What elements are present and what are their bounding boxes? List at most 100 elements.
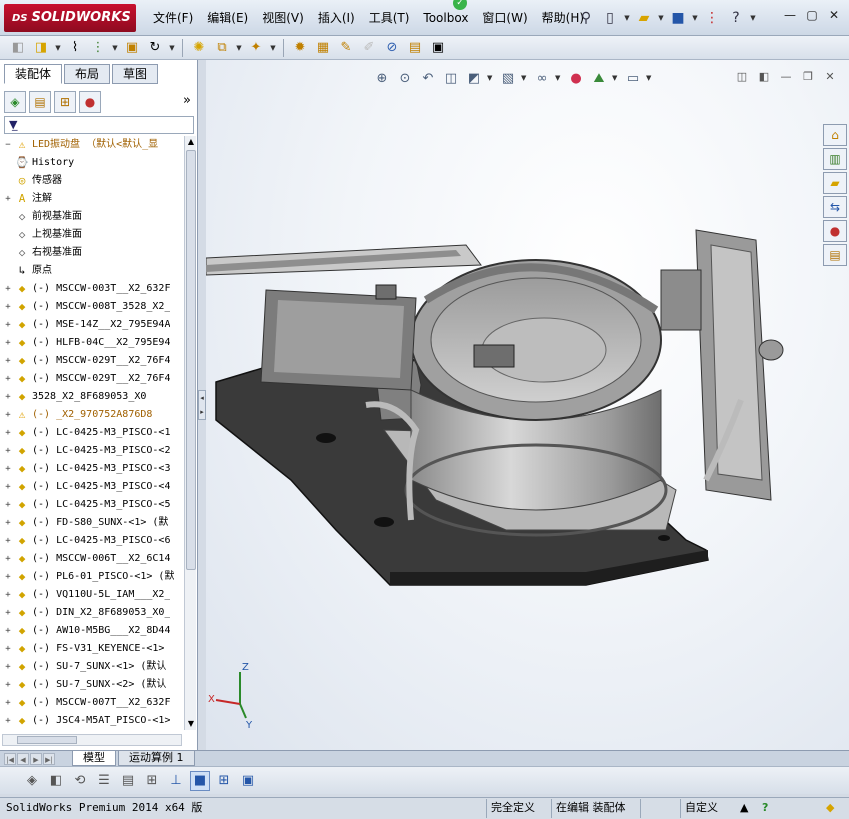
menu-tools[interactable]: 工具(T) bbox=[362, 9, 417, 29]
help-icon[interactable]: ? bbox=[725, 7, 747, 29]
panel-collapse-handle[interactable]: ◂ ▸ bbox=[198, 390, 206, 420]
edges-icon[interactable]: ⟲ bbox=[70, 771, 90, 791]
hide-show-icon[interactable]: ▦ bbox=[313, 38, 333, 58]
lines-icon[interactable]: ☰ bbox=[94, 771, 114, 791]
tree-row[interactable]: + ◆ (-) LC-0425-M3_PISCO-<3 bbox=[2, 460, 184, 478]
tag-icon[interactable]: ◆ bbox=[822, 799, 834, 818]
tree-row[interactable]: + ◆ (-) FS-V31_KEYENCE-<1> bbox=[2, 640, 184, 658]
expand-toggle-icon[interactable]: + bbox=[2, 298, 14, 316]
shaded-icon[interactable]: ◧ bbox=[46, 771, 66, 791]
tree-row[interactable]: + ◆ (-) MSCCW-029T__X2_76F4 bbox=[2, 352, 184, 370]
expand-toggle-icon[interactable]: + bbox=[2, 280, 14, 298]
expand-toggle-icon[interactable]: + bbox=[2, 622, 14, 640]
edit-component-icon[interactable]: ✎ bbox=[336, 38, 356, 58]
chevron-down-icon[interactable]: ▼ bbox=[691, 14, 699, 22]
vibratory-bowl-feeder-model[interactable] bbox=[206, 60, 849, 750]
expand-toggle-icon[interactable]: + bbox=[2, 496, 14, 514]
tree-row[interactable]: ◇ 右视基准面 bbox=[2, 244, 184, 262]
axis-icon[interactable]: ⊥ bbox=[166, 771, 186, 791]
appearance-icon[interactable]: ● bbox=[79, 91, 101, 113]
expand-toggle-icon[interactable]: + bbox=[2, 568, 14, 586]
prev-tab-icon[interactable]: ◀ bbox=[17, 753, 29, 765]
cube-view-icon[interactable]: ■ bbox=[190, 770, 210, 791]
expand-toggle-icon[interactable]: + bbox=[2, 478, 14, 496]
tree-row[interactable]: + ◆ (-) MSCCW-007T__X2_632F bbox=[2, 694, 184, 712]
menu-insert[interactable]: 插入(I) bbox=[311, 9, 362, 29]
tab-model[interactable]: 模型 bbox=[72, 751, 116, 766]
bill-of-materials-icon[interactable]: ▤ bbox=[405, 38, 425, 58]
configurationmanager-icon[interactable]: ⊞ bbox=[54, 91, 76, 113]
expand-toggle-icon[interactable]: + bbox=[2, 676, 14, 694]
featuremanager-icon[interactable]: ◈ bbox=[4, 91, 26, 113]
expand-toggle-icon[interactable]: + bbox=[2, 604, 14, 622]
chevron-down-icon[interactable]: ▼ bbox=[54, 44, 62, 52]
next-tab-icon[interactable]: ▶ bbox=[30, 753, 42, 765]
tree-row[interactable]: + ◆ (-) AW10-M5BG___X2_8D44 bbox=[2, 622, 184, 640]
pin-icon[interactable]: ⚲ bbox=[575, 7, 597, 29]
tab-assembly[interactable]: 装配体 bbox=[4, 64, 63, 84]
more-chevron-icon[interactable]: » bbox=[183, 93, 191, 108]
insert-components-icon[interactable]: ◨ bbox=[31, 38, 51, 58]
menu-window[interactable]: 窗口(W) bbox=[475, 9, 534, 29]
section-icon[interactable]: ⊞ bbox=[142, 771, 162, 791]
expand-toggle-icon[interactable]: + bbox=[2, 694, 14, 712]
expand-toggle-icon[interactable]: + bbox=[2, 190, 14, 208]
tree-row[interactable]: + ◆ (-) JSC4-M5AT_PISCO-<1> bbox=[2, 712, 184, 730]
tree-vertical-scrollbar[interactable]: ▲ ▼ bbox=[184, 136, 196, 730]
move-component-icon[interactable]: ▣ bbox=[122, 38, 142, 58]
rotate-component-icon[interactable]: ↻ bbox=[145, 38, 165, 58]
tree-row[interactable]: + ◆ (-) SU-7_SUNX-<2> (默认 bbox=[2, 676, 184, 694]
scroll-down-icon[interactable]: ▼ bbox=[185, 718, 197, 730]
tree-row[interactable]: + ◆ (-) LC-0425-M3_PISCO-<4 bbox=[2, 478, 184, 496]
chevron-down-icon[interactable]: ▼ bbox=[749, 14, 757, 22]
chevron-down-icon[interactable]: ▼ bbox=[269, 44, 277, 52]
tree-row[interactable]: ↳ 原点 bbox=[2, 262, 184, 280]
tree-row[interactable]: + ◆ (-) LC-0425-M3_PISCO-<6 bbox=[2, 532, 184, 550]
tab-layout[interactable]: 布局 bbox=[64, 64, 111, 84]
grid-view-icon[interactable]: ⊞ bbox=[214, 771, 234, 791]
expand-toggle-icon[interactable]: + bbox=[2, 640, 14, 658]
expand-toggle-icon[interactable]: + bbox=[2, 586, 14, 604]
scroll-thumb[interactable] bbox=[186, 150, 196, 570]
tree-row[interactable]: ◎ 传感器 bbox=[2, 172, 184, 190]
chevron-down-icon[interactable]: ▼ bbox=[623, 14, 631, 22]
menu-toolbox[interactable]: Toolbox bbox=[416, 9, 475, 29]
hatch-icon[interactable]: ▤ bbox=[118, 771, 138, 791]
chevron-down-icon[interactable]: ▼ bbox=[111, 44, 119, 52]
tree-row[interactable]: + ◆ (-) MSCCW-003T__X2_632F bbox=[2, 280, 184, 298]
minimize-button[interactable]: — bbox=[781, 8, 799, 24]
tab-sketch[interactable]: 草图 bbox=[112, 64, 159, 84]
expand-toggle-icon[interactable]: + bbox=[2, 424, 14, 442]
save-icon[interactable]: ■ bbox=[667, 7, 689, 29]
linear-pattern-icon[interactable]: ✺ bbox=[189, 38, 209, 58]
graphics-viewport[interactable]: ⊕ ⊙ ↶ ◫ ◩ ▼ ▧ ▼ ∞ ▼ ● ⛰ ▼ ▭ ▼ ◫ ◧ — ❐ ✕ ⌂ ▥ ▰… bbox=[206, 60, 849, 750]
tree-row[interactable]: − ⚠ LED振动盘 （默认<默认_显 bbox=[2, 136, 184, 154]
tab-motion-study[interactable]: 运动算例 1 bbox=[118, 751, 195, 766]
mate-icon[interactable]: ⌇ bbox=[65, 38, 85, 58]
expand-toggle-icon[interactable]: − bbox=[2, 136, 14, 154]
assembly-features-icon[interactable]: ✐ bbox=[359, 38, 379, 58]
tree-row[interactable]: + ◆ (-) DIN_X2_8F689053_X0_ bbox=[2, 604, 184, 622]
explode-icon[interactable]: ✦ bbox=[246, 38, 266, 58]
tree-row[interactable]: + A 注解 bbox=[2, 190, 184, 208]
tree-row[interactable]: + ◆ (-) MSCCW-029T__X2_76F4 bbox=[2, 370, 184, 388]
tree-row[interactable]: + ◆ (-) SU-7_SUNX-<1> (默认 bbox=[2, 658, 184, 676]
smart-mates-icon[interactable]: ⧉ bbox=[212, 38, 232, 58]
tree-row[interactable]: + ◆ (-) FD-S80_SUNX-<1> (默 bbox=[2, 514, 184, 532]
chevron-up-icon[interactable]: ▲ bbox=[736, 799, 748, 818]
chevron-down-icon[interactable]: ▼ bbox=[235, 44, 243, 52]
new-document-icon[interactable]: ▯ bbox=[599, 7, 621, 29]
open-icon[interactable]: ▰ bbox=[633, 7, 655, 29]
hscroll-thumb[interactable] bbox=[17, 736, 77, 744]
units-selector[interactable]: 自定义 bbox=[680, 799, 718, 818]
tree-row[interactable]: + ◆ (-) MSE-14Z__X2_795E94A bbox=[2, 316, 184, 334]
tree-row[interactable]: + ◆ (-) MSCCW-006T__X2_6C14 bbox=[2, 550, 184, 568]
expand-toggle-icon[interactable]: + bbox=[2, 550, 14, 568]
chevron-down-icon[interactable]: ▼ bbox=[657, 14, 665, 22]
traffic-light-icon[interactable]: ⋮ bbox=[701, 7, 723, 29]
expand-toggle-icon[interactable]: + bbox=[2, 460, 14, 478]
expand-toggle-icon[interactable]: + bbox=[2, 442, 14, 460]
tree-row[interactable]: ◇ 上视基准面 bbox=[2, 226, 184, 244]
tree-row[interactable]: + ◆ (-) LC-0425-M3_PISCO-<2 bbox=[2, 442, 184, 460]
expand-toggle-icon[interactable]: + bbox=[2, 514, 14, 532]
